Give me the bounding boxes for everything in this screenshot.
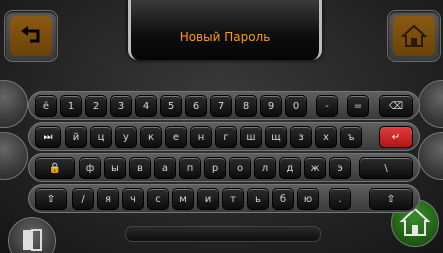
key-n[interactable]: н [190, 126, 212, 148]
key-ts[interactable]: ц [90, 126, 112, 148]
key-9[interactable]: 9 [260, 95, 282, 117]
key-backspace[interactable]: ⌫ [379, 95, 413, 117]
keyboard-row-4: ⇧ / я ч с м и т ь б ю . ⇧ [28, 184, 420, 213]
key-ye[interactable]: е [165, 126, 187, 148]
key-4[interactable]: 4 [135, 95, 157, 117]
key-zh[interactable]: ж [304, 157, 326, 179]
key-shift-right[interactable]: ⇧ [369, 188, 413, 210]
keyboard-row-2: ⏭ й ц у к е н г ш щ з х ъ ↵ [28, 122, 420, 151]
key-backslash[interactable]: \ [359, 157, 413, 179]
home-button-face [393, 16, 435, 56]
key-soft-sign[interactable]: ь [247, 188, 269, 210]
back-button[interactable] [4, 10, 58, 62]
key-t[interactable]: т [222, 188, 244, 210]
key-b[interactable]: б [272, 188, 294, 210]
key-ch[interactable]: ч [122, 188, 144, 210]
key-sh[interactable]: ш [240, 126, 262, 148]
key-enter[interactable]: ↵ [379, 126, 413, 148]
exit-door-icon [23, 229, 42, 251]
right-side-button-2[interactable] [418, 132, 443, 180]
key-shch[interactable]: щ [265, 126, 287, 148]
left-side-button-2[interactable] [0, 132, 28, 180]
key-tab[interactable]: ⏭ [35, 126, 61, 148]
home-icon [401, 24, 427, 47]
key-y-short[interactable]: й [65, 126, 87, 148]
key-a[interactable]: а [154, 157, 176, 179]
key-s[interactable]: с [147, 188, 169, 210]
keyboard-row-1: ё 1 2 3 4 5 6 7 8 9 0 - = ⌫ [28, 91, 420, 120]
key-o[interactable]: о [229, 157, 251, 179]
key-l[interactable]: л [254, 157, 276, 179]
key-ya[interactable]: я [97, 188, 119, 210]
key-minus[interactable]: - [316, 95, 338, 117]
key-6[interactable]: 6 [185, 95, 207, 117]
page-title: Новый Пароль [179, 30, 271, 44]
exit-button[interactable] [8, 217, 56, 253]
key-hard-sign[interactable]: ъ [340, 126, 362, 148]
back-arrow-icon [21, 26, 40, 43]
key-yo[interactable]: ё [35, 95, 57, 117]
back-button-face [10, 16, 52, 56]
right-side-button-1[interactable] [418, 80, 443, 128]
key-d[interactable]: д [279, 157, 301, 179]
key-z[interactable]: з [290, 126, 312, 148]
key-3[interactable]: 3 [110, 95, 132, 117]
key-7[interactable]: 7 [210, 95, 232, 117]
key-2[interactable]: 2 [85, 95, 107, 117]
screen: Новый Пароль ё 1 2 3 4 5 6 7 8 9 0 - = ⌫… [0, 0, 443, 253]
key-yu[interactable]: ю [297, 188, 319, 210]
key-5[interactable]: 5 [160, 95, 182, 117]
key-v[interactable]: в [129, 157, 151, 179]
keyboard-row-3: 🔒 ф ы в а п р о л д ж э \ [28, 153, 420, 182]
key-i[interactable]: и [197, 188, 219, 210]
key-8[interactable]: 8 [235, 95, 257, 117]
key-shift-left[interactable]: ⇧ [35, 188, 67, 210]
key-p[interactable]: п [179, 157, 201, 179]
left-side-button-1[interactable] [0, 80, 28, 128]
key-caps-lock[interactable]: 🔒 [35, 157, 75, 179]
key-m[interactable]: м [172, 188, 194, 210]
key-k[interactable]: к [140, 126, 162, 148]
key-kh[interactable]: х [315, 126, 337, 148]
key-0[interactable]: 0 [285, 95, 307, 117]
key-1[interactable]: 1 [60, 95, 82, 117]
key-period[interactable]: . [329, 188, 351, 210]
title-panel: Новый Пароль [128, 0, 322, 60]
key-equals[interactable]: = [347, 95, 369, 117]
key-y[interactable]: ы [104, 157, 126, 179]
home-button[interactable] [387, 10, 441, 62]
key-r[interactable]: р [204, 157, 226, 179]
key-slash[interactable]: / [72, 188, 94, 210]
key-g[interactable]: г [215, 126, 237, 148]
bottom-bar [125, 226, 321, 242]
key-e[interactable]: э [329, 157, 351, 179]
key-f[interactable]: ф [79, 157, 101, 179]
key-u[interactable]: у [115, 126, 137, 148]
on-screen-keyboard: ё 1 2 3 4 5 6 7 8 9 0 - = ⌫ ⏭ й ц у к е … [28, 91, 420, 213]
